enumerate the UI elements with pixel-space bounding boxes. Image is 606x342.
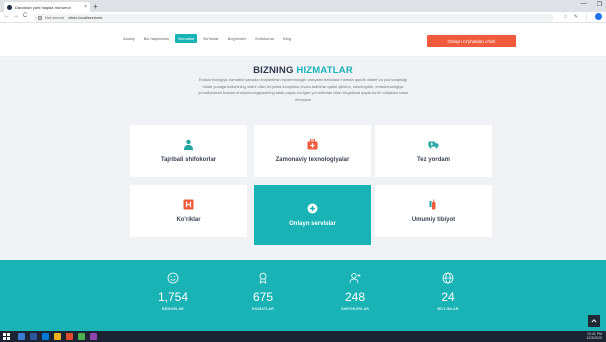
stat-value: 248 <box>344 290 366 304</box>
edge-icon[interactable] <box>42 333 49 340</box>
title-accent: HIZMATLAR <box>296 65 353 76</box>
service-card-doctors[interactable]: Tajribali shifokorlar <box>130 125 247 177</box>
user-add-icon <box>310 272 400 284</box>
menu-item-contact[interactable]: Bog'lanish <box>225 34 249 43</box>
stat-value: 1,754 <box>157 290 189 304</box>
service-card-technology[interactable]: Zamonaviy texnologiyalar <box>254 125 371 177</box>
smile-icon <box>128 272 218 284</box>
section-title: BIZNING HIZMATLAR <box>0 65 606 76</box>
app-icon[interactable] <box>90 333 97 340</box>
menu-item-departments[interactable]: Bo'limlar <box>200 34 221 43</box>
stats-band: 1,754 BEMORLAR 675 HIZMATLAR 248 SHIFOKO… <box>0 260 606 331</box>
clock-date: 12/3/2020 <box>586 336 602 340</box>
service-card-label: Tez yordam <box>417 157 450 163</box>
address-bar[interactable]: Not secure clinic.local/services <box>34 13 554 22</box>
reload-button[interactable]: C <box>23 13 27 19</box>
tab-title: Davolash yurti haqida ma'lumot <box>15 4 71 10</box>
favicon-icon <box>7 4 12 10</box>
menu-item-services[interactable]: Xizmatlar <box>174 34 198 43</box>
hospital-icon <box>183 199 194 210</box>
service-card-emergency[interactable]: Tez yordam <box>375 125 492 177</box>
browser-tab[interactable]: Davolash yurti haqida ma'lumot × <box>4 2 90 12</box>
tab-close-icon[interactable]: × <box>84 4 87 10</box>
back-button[interactable]: ← <box>4 13 10 19</box>
system-clock[interactable]: 10:41 PM 12/3/2020 <box>586 332 602 340</box>
ambulance-icon <box>428 139 439 150</box>
medkit-icon <box>307 139 318 150</box>
window-controls: — ❐ <box>581 1 602 8</box>
menu-icon[interactable]: ⋮ <box>584 14 589 20</box>
folder-icon[interactable] <box>54 333 61 340</box>
service-card-label: Tajribali shifokorlar <box>160 157 217 163</box>
os-taskbar: 10:41 PM 12/3/2020 <box>0 331 606 342</box>
info-icon[interactable] <box>38 15 42 20</box>
menu-item-blog[interactable]: Blog <box>280 34 294 43</box>
online-registration-button[interactable]: Onlayn ro'yhatdan o'tish <box>427 35 516 47</box>
maximize-button[interactable]: ❐ <box>597 1 602 8</box>
syringe-icon <box>428 199 439 210</box>
menu-item-about[interactable]: Biz haqimizda <box>141 34 172 43</box>
new-tab-button[interactable]: + <box>93 2 98 11</box>
stat-patients: 1,754 BEMORLAR <box>128 260 218 311</box>
minimize-button[interactable]: — <box>581 1 587 8</box>
forward-button[interactable]: → <box>13 13 19 19</box>
url-text[interactable]: clinic.local/services <box>68 15 102 20</box>
profile-avatar[interactable] <box>595 13 602 20</box>
service-card-online[interactable]: Onlayn servislar <box>254 185 371 245</box>
app-icon[interactable] <box>66 333 73 340</box>
toolbar-actions: ☆ ✎ ⋮ <box>563 13 602 20</box>
service-card-label: Umumiy tibiyot <box>411 217 456 223</box>
stat-value: 675 <box>252 290 274 304</box>
extensions-icon[interactable]: ✎ <box>574 14 578 20</box>
security-label: Not secure <box>45 15 65 20</box>
title-main: BIZNING <box>253 65 294 76</box>
chrome-icon[interactable] <box>78 333 85 340</box>
browser-toolbar: ← → C Not secure clinic.local/services ☆… <box>0 12 606 23</box>
windows-start-icon[interactable] <box>3 333 10 340</box>
star-icon[interactable]: ☆ <box>563 14 567 20</box>
service-card-label: Zamonaviy texnologiyalar <box>275 157 350 163</box>
doctor-icon <box>183 139 194 150</box>
menu-item-doctors[interactable]: Shifokorlar <box>252 34 277 43</box>
service-card-label: Onlayn servislar <box>289 221 336 227</box>
stat-value: 24 <box>441 290 455 304</box>
stat-departments: 24 BO'LIMLAR <box>403 260 493 311</box>
task-view-icon[interactable] <box>30 333 37 340</box>
service-card-general[interactable]: Umumiy tibiyot <box>375 185 492 237</box>
stat-caption: BO'LIMLAR <box>437 307 459 311</box>
plus-circle-icon <box>307 203 318 214</box>
globe-icon <box>403 272 493 284</box>
services-section: BIZNING HIZMATLAR Endokrinologiya xizmat… <box>0 57 606 260</box>
scroll-to-top-button[interactable] <box>588 315 600 327</box>
service-card-label: Ko'riklar <box>176 217 201 223</box>
browser-tab-bar: Davolash yurti haqida ma'lumot × + — ❐ <box>0 0 606 12</box>
stat-services: 675 HIZMATLAR <box>218 260 308 311</box>
stat-caption: HIZMATLAR <box>252 307 274 311</box>
section-description: Endokrinologiya xizmatini yanada rivojla… <box>198 77 408 102</box>
award-icon <box>218 272 308 284</box>
search-icon[interactable] <box>18 333 25 340</box>
taskbar-apps <box>18 333 97 340</box>
stat-caption: BEMORLAR <box>162 307 184 311</box>
stat-caption: SHIFOKORLAR <box>341 307 369 311</box>
service-card-checkups[interactable]: Ko'riklar <box>130 185 247 237</box>
stat-doctors: 248 SHIFOKORLAR <box>310 260 400 311</box>
menu-item-home[interactable]: Asosiy <box>120 34 138 43</box>
main-menu: Asosiy Biz haqimizda Xizmatlar Bo'limlar… <box>120 34 294 43</box>
chevron-up-icon <box>591 319 597 323</box>
